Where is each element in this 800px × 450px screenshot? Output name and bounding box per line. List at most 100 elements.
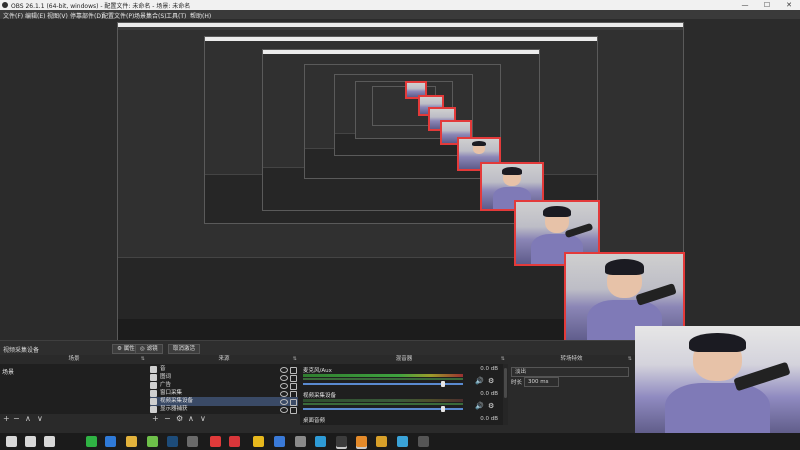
- move-up-button[interactable]: ∧: [25, 415, 31, 423]
- dock-menu-icon[interactable]: ⇅: [501, 355, 505, 364]
- scenes-dock: 场景 ⇅ 场景 + − ∧ ∨: [0, 355, 148, 425]
- filters-button[interactable]: ◎ 滤镜: [135, 344, 163, 354]
- sources-dock: 来源 ⇅ 音 图词 广告 窗口采集 视频采集设备 显示器捕获 + − ⚙ ∧ ∨: [148, 355, 300, 425]
- file-explorer-icon[interactable]: [126, 436, 137, 447]
- yellow-ring-icon[interactable]: [253, 436, 264, 447]
- mixer-channel-db: 0.0 dB: [480, 366, 498, 372]
- title-bar: OBS 26.1.1 (64-bit, windows) - 配置文件: 未命名…: [0, 0, 800, 10]
- dock-menu-icon[interactable]: ⇅: [293, 355, 297, 364]
- volume-meter: [303, 374, 463, 377]
- deactivate-button[interactable]: 取消激活: [168, 344, 201, 354]
- webcam-overlay: [635, 326, 800, 436]
- source-label: 显示器捕获: [160, 406, 188, 412]
- selected-source-label: 视频采集设备: [3, 347, 40, 354]
- filters-label: 滤镜: [146, 346, 158, 352]
- maximize-button[interactable]: ☐: [756, 0, 778, 10]
- monitor-icon: [150, 406, 157, 413]
- red-app-icon[interactable]: [210, 436, 221, 447]
- scenes-list: 场景: [0, 364, 148, 414]
- person-body: [664, 383, 771, 436]
- fader-knob[interactable]: [440, 381, 445, 387]
- source-item[interactable]: 显示器捕获: [150, 405, 298, 414]
- transition-select[interactable]: 淡出: [511, 367, 629, 377]
- duration-input[interactable]: 300 ms: [524, 377, 559, 387]
- phone-app-icon[interactable]: [315, 436, 326, 447]
- preview-canvas[interactable]: [0, 19, 800, 340]
- scrollbar-thumb[interactable]: [504, 368, 507, 398]
- audio-mixer-dock: 混音器 ⇅ 麦克风/Aux 0.0 dB 🔊 ⚙ 视频采集设备 0.0 dB 🔊 …: [300, 355, 508, 425]
- obs-logo-icon: [2, 2, 8, 8]
- menu-bar: 文件(F) 编辑(E) 视图(V) 停靠部件(D) 配置文件(P) 场景集合(S…: [0, 10, 800, 20]
- wechat-icon[interactable]: [86, 436, 97, 447]
- move-up-button[interactable]: ∧: [188, 415, 194, 423]
- text-icon: [150, 366, 157, 373]
- nested-title-bar: [205, 37, 597, 41]
- move-down-button[interactable]: ∨: [37, 415, 43, 423]
- mixer-channel-db: 0.0 dB: [480, 391, 498, 397]
- camera-icon: [150, 398, 157, 405]
- speaker-icon[interactable]: 🔊: [475, 377, 484, 385]
- transitions-title: 转场特效: [560, 356, 583, 362]
- volume-meter: [303, 403, 463, 405]
- remove-scene-button[interactable]: −: [13, 415, 20, 423]
- sources-title: 来源: [218, 356, 230, 362]
- search-icon[interactable]: [25, 436, 36, 447]
- scenes-title: 场景: [68, 356, 80, 362]
- lock-icon[interactable]: [290, 407, 297, 414]
- task-view-icon[interactable]: [44, 436, 55, 447]
- obs-icon[interactable]: [336, 436, 347, 447]
- source-properties-button[interactable]: ⚙: [176, 415, 183, 423]
- mixer-body: 麦克风/Aux 0.0 dB 🔊 ⚙ 视频采集设备 0.0 dB 🔊 ⚙ 桌面音…: [300, 364, 508, 425]
- gear-icon[interactable]: ⚙: [488, 377, 494, 385]
- volume-fader[interactable]: [303, 408, 463, 410]
- image-icon: [150, 374, 157, 381]
- add-scene-button[interactable]: +: [3, 415, 10, 423]
- mixer-channel-name: 麦克风/Aux: [303, 368, 332, 374]
- window-icon: [150, 390, 157, 397]
- scenes-footer: + − ∧ ∨: [0, 414, 148, 425]
- volume-fader[interactable]: [303, 383, 463, 385]
- mixer-title: 混音器: [395, 356, 413, 362]
- nested-menu-bar: [118, 27, 683, 30]
- move-down-button[interactable]: ∨: [200, 415, 206, 423]
- person-hair: [689, 332, 746, 353]
- eye-icon[interactable]: [280, 407, 288, 413]
- close-button[interactable]: ✕: [778, 0, 800, 10]
- fader-knob[interactable]: [440, 406, 445, 412]
- mixer-channel-db: 0.0 dB: [480, 416, 498, 422]
- green-app-icon[interactable]: [147, 436, 158, 447]
- duration-label: 时长: [511, 380, 523, 386]
- windows-taskbar: [0, 433, 800, 450]
- minimize-button[interactable]: —: [734, 0, 756, 10]
- add-source-button[interactable]: +: [152, 415, 159, 423]
- dock-menu-icon[interactable]: ⇅: [628, 355, 632, 364]
- blue-app-icon[interactable]: [274, 436, 285, 447]
- netease-music-icon[interactable]: [229, 436, 240, 447]
- mixer-channel-name: 视频采集设备: [303, 393, 337, 399]
- volume-meter: [303, 378, 463, 380]
- transitions-body: 淡出 时长 300 ms: [508, 364, 635, 425]
- properties-label: 属性: [123, 346, 135, 352]
- gear-icon[interactable]: ⚙: [488, 402, 494, 410]
- obs-active-icon[interactable]: [418, 436, 429, 447]
- image-icon: [150, 382, 157, 389]
- transitions-dock: 转场特效 ⇅ 淡出 时长 300 ms: [508, 355, 635, 425]
- volume-meter: [303, 399, 463, 402]
- window-title: OBS 26.1.1 (64-bit, windows) - 配置文件: 未命名…: [11, 3, 191, 10]
- game-icon[interactable]: [187, 436, 198, 447]
- mixer-channel-name: 桌面音频: [303, 418, 326, 424]
- gear-app-icon[interactable]: [295, 436, 306, 447]
- orange-app-icon[interactable]: [356, 436, 367, 447]
- scene-item[interactable]: 场景: [2, 367, 14, 376]
- nested-title-bar: [263, 50, 539, 54]
- dock-menu-icon[interactable]: ⇅: [141, 355, 145, 364]
- microphone: [733, 361, 791, 392]
- video-app-icon[interactable]: [376, 436, 387, 447]
- windows-start-icon[interactable]: [6, 436, 17, 447]
- sources-footer: + − ⚙ ∧ ∨: [148, 414, 300, 425]
- chat-icon[interactable]: [105, 436, 116, 447]
- chart-app-icon[interactable]: [397, 436, 408, 447]
- speaker-icon[interactable]: 🔊: [475, 402, 484, 410]
- remove-source-button[interactable]: −: [164, 415, 171, 423]
- steam-icon[interactable]: [167, 436, 178, 447]
